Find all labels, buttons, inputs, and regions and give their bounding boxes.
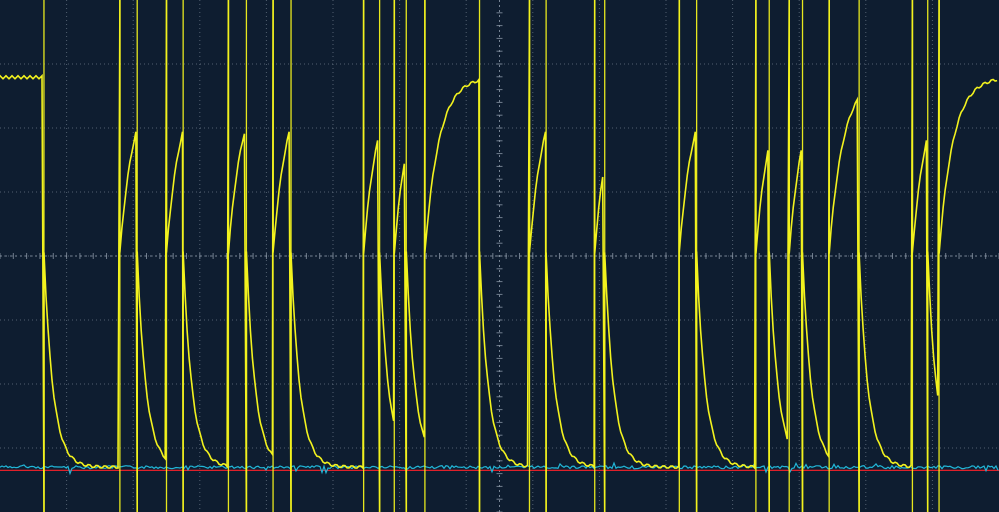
oscilloscope-display xyxy=(0,0,999,512)
